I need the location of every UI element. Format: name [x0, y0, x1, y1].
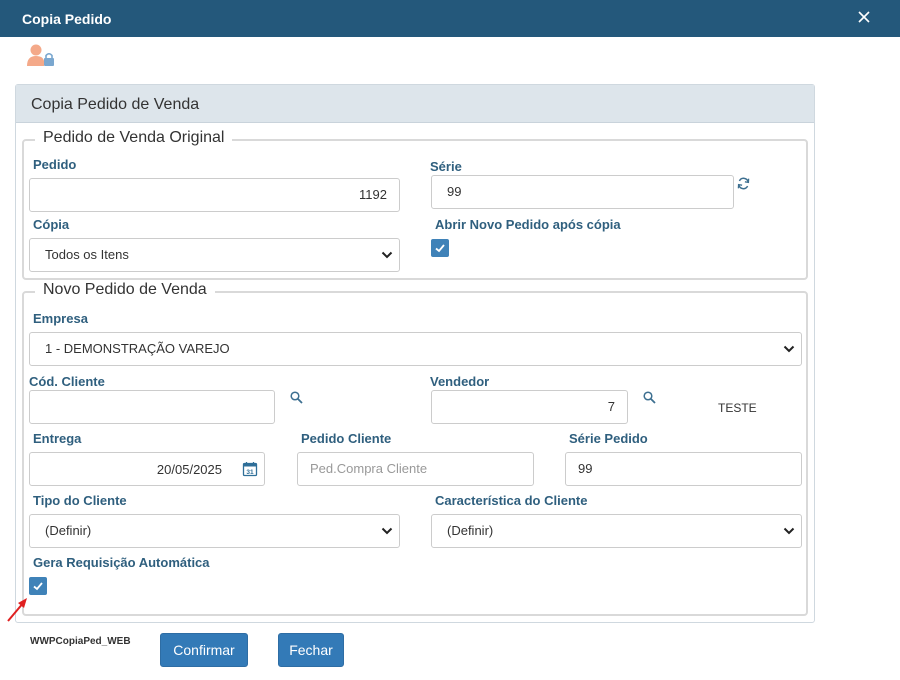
tipo-cliente-label: Tipo do Cliente — [33, 493, 127, 508]
original-order-legend: Pedido de Venda Original — [35, 129, 233, 147]
gera-requisicao-label: Gera Requisição Automática — [33, 555, 210, 570]
checkmark-icon — [435, 244, 445, 253]
pedido-cliente-input[interactable]: Ped.Compra Cliente — [297, 452, 534, 486]
panel-title: Copia Pedido de Venda — [31, 96, 200, 113]
empresa-select-value: 1 - DEMONSTRAÇÃO VAREJO — [45, 341, 230, 356]
pedido-label: Pedido — [33, 157, 77, 172]
checkmark-icon — [33, 582, 43, 591]
abrir-novo-pedido-label: Abrir Novo Pedido após cópia — [435, 217, 621, 232]
serie-pedido-input[interactable]: 99 — [565, 452, 802, 486]
chevron-down-icon — [381, 251, 393, 259]
chevron-down-icon — [783, 527, 795, 535]
new-order-legend: Novo Pedido de Venda — [35, 281, 215, 299]
entrega-label: Entrega — [33, 431, 82, 446]
cod-cliente-input[interactable] — [29, 390, 275, 424]
user-lock-icon — [27, 44, 54, 66]
gera-requisicao-checkbox[interactable] — [29, 577, 47, 595]
vendedor-label: Vendedor — [430, 374, 490, 389]
search-icon[interactable] — [643, 391, 656, 404]
refresh-icon[interactable] — [737, 177, 750, 190]
empresa-label: Empresa — [33, 311, 88, 326]
form-id-label: WWPCopiaPed_WEB — [30, 636, 131, 647]
caracteristica-cliente-select-value: (Definir) — [447, 523, 494, 538]
close-icon[interactable] — [856, 9, 872, 25]
caracteristica-cliente-select[interactable]: (Definir) — [431, 514, 802, 548]
confirm-button[interactable]: Confirmar — [160, 633, 248, 667]
window-title: Copia Pedido — [22, 11, 112, 27]
search-icon[interactable] — [290, 391, 303, 404]
pedido-cliente-label: Pedido Cliente — [301, 431, 392, 446]
entrega-date-input[interactable]: 20/05/2025 31 — [29, 452, 265, 486]
empresa-select[interactable]: 1 - DEMONSTRAÇÃO VAREJO — [29, 332, 802, 366]
tipo-cliente-select[interactable]: (Definir) — [29, 514, 400, 548]
caracteristica-cliente-label: Característica do Cliente — [435, 493, 588, 508]
serie-input[interactable]: 99 — [431, 175, 734, 209]
tipo-cliente-select-value: (Definir) — [45, 523, 92, 538]
serie-label: Série — [430, 159, 462, 174]
vendedor-name: TESTE — [718, 401, 757, 415]
close-button[interactable]: Fechar — [278, 633, 344, 667]
vendedor-input[interactable]: 7 — [431, 390, 628, 424]
svg-text:31: 31 — [246, 469, 254, 476]
cod-cliente-label: Cód. Cliente — [29, 374, 105, 389]
serie-pedido-label: Série Pedido — [569, 431, 648, 446]
abrir-novo-pedido-checkbox[interactable] — [431, 239, 449, 257]
chevron-down-icon — [381, 527, 393, 535]
window-titlebar: Copia Pedido — [0, 0, 900, 37]
calendar-icon[interactable]: 31 — [242, 461, 258, 477]
panel-header: Copia Pedido de Venda — [16, 85, 814, 123]
pedido-input[interactable]: 1192 — [29, 178, 400, 212]
entrega-date-value: 20/05/2025 — [156, 462, 222, 477]
chevron-down-icon — [783, 345, 795, 353]
copia-select[interactable]: Todos os Itens — [29, 238, 400, 272]
copia-label: Cópia — [33, 217, 70, 232]
annotation-arrow-icon — [7, 598, 27, 622]
copia-select-value: Todos os Itens — [45, 247, 129, 262]
